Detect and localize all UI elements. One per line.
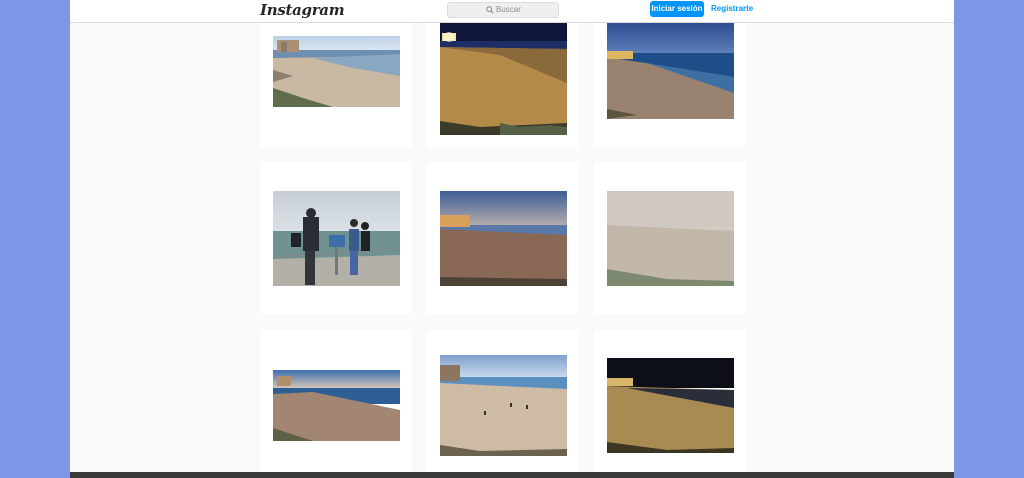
post-beach-cliff-sunset[interactable] bbox=[273, 370, 400, 441]
post-beach-dusk-blue[interactable] bbox=[607, 23, 734, 119]
post-card[interactable] bbox=[594, 23, 746, 147]
instagram-page: Instagram Buscar Iniciar sesión Registra… bbox=[70, 0, 954, 478]
post-beach-waves-walkers[interactable] bbox=[440, 355, 567, 456]
instagram-logo[interactable]: Instagram bbox=[260, 1, 345, 19]
post-card[interactable] bbox=[427, 162, 579, 314]
post-card[interactable] bbox=[594, 162, 746, 314]
top-navigation-bar: Instagram Buscar Iniciar sesión Registra… bbox=[70, 0, 954, 23]
search-input[interactable]: Buscar bbox=[447, 2, 559, 18]
login-button[interactable]: Iniciar sesión bbox=[650, 1, 704, 17]
post-card[interactable] bbox=[260, 330, 412, 478]
post-card[interactable] bbox=[594, 330, 746, 478]
search-icon bbox=[486, 6, 494, 14]
post-beach-fog[interactable] bbox=[607, 191, 734, 286]
post-card[interactable] bbox=[427, 23, 579, 147]
post-beach-night-lights[interactable] bbox=[440, 23, 567, 135]
post-card[interactable] bbox=[260, 162, 412, 314]
post-card[interactable] bbox=[260, 23, 412, 147]
post-beach-daytime-buildings[interactable] bbox=[273, 36, 400, 107]
post-beach-night-orange[interactable] bbox=[607, 358, 734, 453]
footer-strip bbox=[70, 472, 954, 478]
signup-link[interactable]: Registrarte bbox=[711, 1, 753, 17]
search-placeholder: Buscar bbox=[496, 5, 521, 14]
post-people-camera-viewpoint[interactable] bbox=[273, 191, 400, 286]
post-beach-sunset-wide[interactable] bbox=[440, 191, 567, 286]
post-card[interactable] bbox=[427, 330, 579, 478]
